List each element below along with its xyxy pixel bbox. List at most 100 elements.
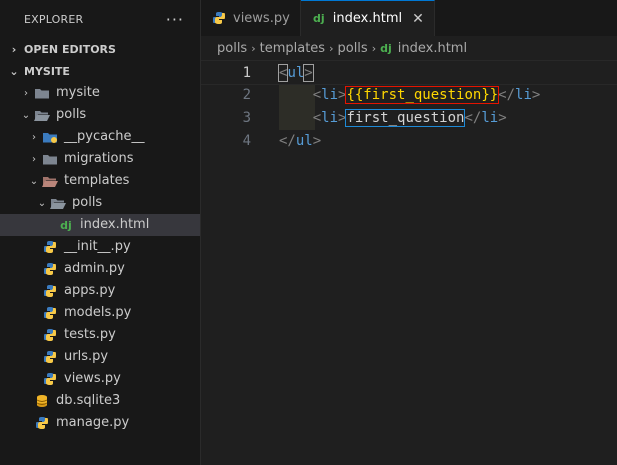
tree-label: db.sqlite3 [56,393,121,408]
tree-file-tests-py[interactable]: tests.py [0,324,200,346]
python-icon [42,327,58,343]
tree-file-manage-py[interactable]: manage.py [0,412,200,434]
text-content: first_question [345,108,466,127]
tree-label: tests.py [64,327,116,342]
breadcrumb-item[interactable]: polls [337,41,367,56]
tree-label: views.py [64,371,121,386]
tree-file-index-html[interactable]: dj index.html [0,214,200,236]
chevron-down-icon: ⌄ [21,109,31,121]
tab-index-html[interactable]: dj index.html ✕ [300,0,435,36]
tag-name: ul [295,132,313,149]
line-content: </ul> [279,133,321,149]
python-icon [42,261,58,277]
code-line-2[interactable]: 2 <li>{{first_question}}</li> [201,83,617,106]
folder-open-icon [34,107,50,123]
tab-label: views.py [233,10,290,26]
tree-file-db-sqlite3[interactable]: db.sqlite3 [0,390,200,412]
line-number: 4 [242,132,251,149]
tag-bracket: > [312,132,322,149]
tag-name: li [321,109,339,126]
tree-label: admin.py [64,261,125,276]
tree-label: apps.py [64,283,116,298]
breadcrumb-item[interactable]: index.html [398,41,467,56]
tree-folder-migrations[interactable]: › migrations [0,148,200,170]
database-icon [34,393,50,409]
tree-label: urls.py [64,349,109,364]
code-line-3[interactable]: 3 <li>first_question</li> [201,106,617,129]
explorer-header: EXPLORER ··· [0,0,200,38]
close-icon[interactable]: ✕ [412,11,424,27]
django-icon: dj [380,41,392,55]
tree-label: mysite [56,85,100,100]
more-actions-icon[interactable]: ··· [166,10,184,29]
chevron-right-icon: › [32,153,36,165]
tag-bracket: </ [464,109,482,126]
tree-label: manage.py [56,415,130,430]
tree-label: index.html [80,217,150,232]
python-icon [211,10,227,26]
line-number: 1 [242,64,251,81]
chevron-right-icon: › [32,131,36,143]
tree-file-admin-py[interactable]: admin.py [0,258,200,280]
tag-name: ul [287,64,305,81]
chevron-right-icon: › [11,42,17,56]
breadcrumb: polls › templates › polls › dj index.htm… [201,36,617,60]
explorer-title: EXPLORER [24,12,84,26]
line-content: <ul> [277,63,314,82]
code-line-4[interactable]: 4 </ul> [201,129,617,152]
tree-file-urls-py[interactable]: urls.py [0,346,200,368]
tag-bracket: > [531,86,541,103]
breadcrumb-item[interactable]: polls [217,41,247,56]
chevron-down-icon: ⌄ [9,64,19,78]
tree-folder-mysite[interactable]: › mysite [0,82,200,104]
django-icon: dj [60,218,72,232]
chevron-right-icon: › [371,41,377,55]
breadcrumb-item[interactable]: templates [260,41,325,56]
folder-icon [34,85,50,101]
explorer-sidebar: EXPLORER ··· › OPEN EDITORS ⌄ MYSITE › m… [0,0,201,465]
open-editors-section[interactable]: › OPEN EDITORS [0,38,200,60]
chevron-right-icon: › [251,41,256,55]
tag-bracket: > [303,63,314,82]
tree-label: __init__.py [64,239,131,254]
chevron-down-icon: ⌄ [37,197,47,209]
tag-bracket: </ [279,132,296,149]
tree-file-apps-py[interactable]: apps.py [0,280,200,302]
tree-folder-templates[interactable]: ⌄ templates [0,170,200,192]
python-icon [42,305,58,321]
tag-bracket: </ [498,86,516,103]
code-editor[interactable]: 1 <ul> 2 <li>{{first_question}}</li> 3 <… [201,60,617,465]
tag-bracket: < [312,109,322,126]
python-icon [34,415,50,431]
tree-folder-pycache[interactable]: › __pycache__ [0,126,200,148]
tab-views-py[interactable]: views.py [201,0,301,36]
editor-tab-bar: views.py dj index.html ✕ [201,0,617,36]
tree-file-init-py[interactable]: __init__.py [0,236,200,258]
tree-label: polls [56,107,87,122]
tree-file-views-py[interactable]: views.py [0,368,200,390]
python-icon [42,283,58,299]
tag-name: li [515,86,532,103]
chevron-right-icon: › [329,41,334,55]
project-section[interactable]: ⌄ MYSITE [0,60,200,82]
line-content: <li>first_question</li> [279,108,507,127]
project-label: MYSITE [24,64,70,78]
tree-folder-polls[interactable]: ⌄ polls [0,104,200,126]
tree-label: models.py [64,305,132,320]
tree-file-models-py[interactable]: models.py [0,302,200,324]
tree-label: polls [72,195,103,210]
tag-bracket: > [498,109,507,126]
templates-folder-icon [42,173,58,189]
open-editors-label: OPEN EDITORS [24,42,116,56]
python-folder-icon [42,129,58,145]
python-icon [42,371,58,387]
tree-label: migrations [64,151,134,166]
line-number: 2 [242,86,251,103]
python-icon [42,349,58,365]
template-variable: {{first_question}} [345,85,500,104]
tag-name: li [481,109,499,126]
code-line-1[interactable]: 1 <ul> [201,60,617,85]
tree-folder-polls-sub[interactable]: ⌄ polls [0,192,200,214]
